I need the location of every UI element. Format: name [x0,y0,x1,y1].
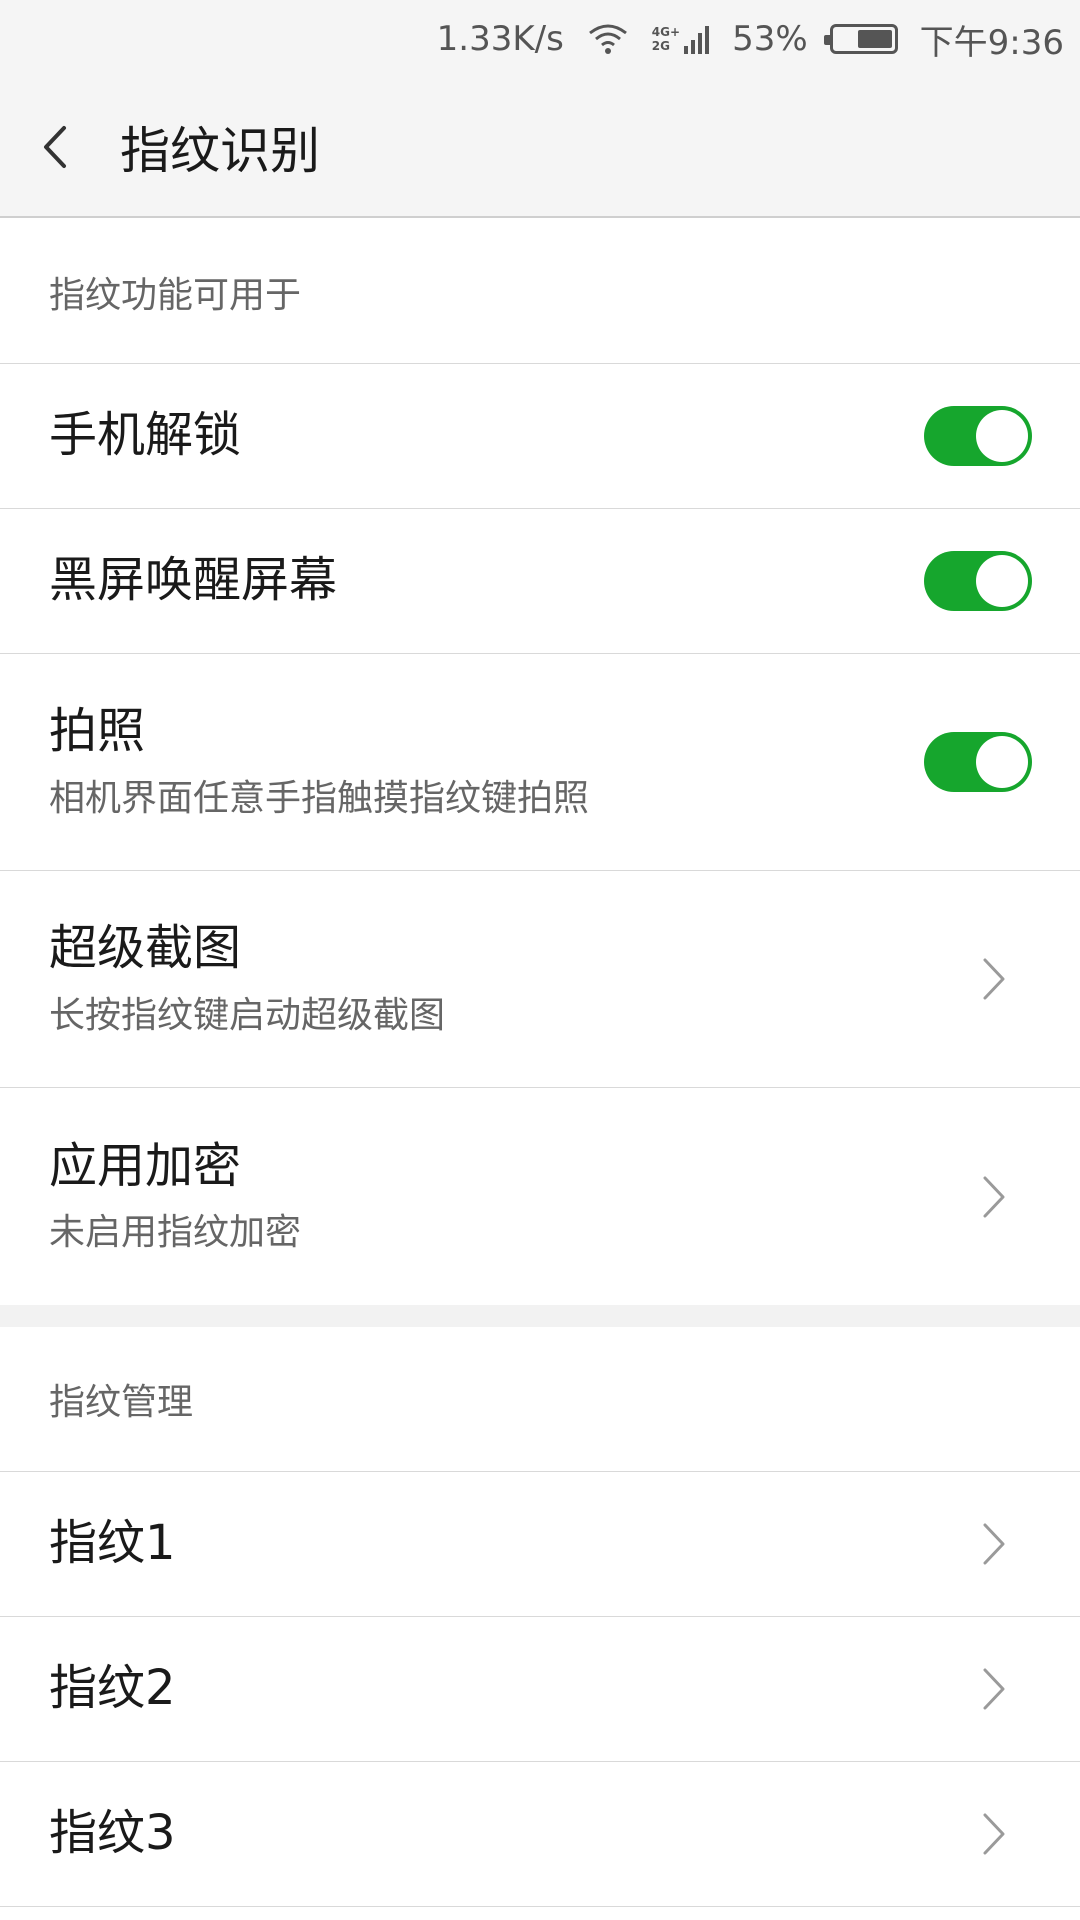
chevron-right-icon [983,1523,1005,1565]
wake-screen-toggle[interactable] [924,551,1032,611]
row-subtitle: 长按指纹键启动超级截图 [49,994,446,1036]
row-fingerprint-1[interactable]: 指纹1 [0,1472,1080,1617]
row-subtitle: 相机界面任意手指触摸指纹键拍照 [49,777,590,819]
row-camera-shutter[interactable]: 拍照 相机界面任意手指触摸指纹键拍照 [0,654,1080,871]
chevron-right-icon [983,1668,1005,1710]
section-divider [0,1305,1080,1327]
network-type-top: 4G+ [651,25,681,39]
row-wake-screen[interactable]: 黑屏唤醒屏幕 [0,509,1080,654]
chevron-right-icon [983,1176,1005,1217]
row-title: 指纹1 [49,1515,176,1572]
chevron-right-icon [983,958,1005,1000]
chevron-right-icon [983,1813,1005,1855]
row-phone-unlock[interactable]: 手机解锁 [0,364,1080,509]
row-title: 超级截图 [49,920,242,977]
row-fingerprint-2[interactable]: 指纹2 [0,1617,1080,1762]
row-super-screenshot[interactable]: 超级截图 长按指纹键启动超级截图 [0,871,1080,1088]
app-header: 指纹识别 [0,78,1080,218]
page-title: 指纹识别 [120,122,320,180]
row-title: 指纹3 [49,1805,176,1862]
chevron-left-icon [44,126,66,168]
row-title: 应用加密 [49,1137,242,1194]
status-bar: 1.33K/s 4G+ 2G 53% 下午9:36 [0,0,1080,78]
row-title: 拍照 [49,703,146,760]
row-title: 黑屏唤醒屏幕 [49,552,338,609]
row-fingerprint-3[interactable]: 指纹3 [0,1762,1080,1907]
battery-percent: 53% [732,19,808,59]
clock: 下午9:36 [919,22,1064,63]
section-label: 指纹功能可用于 [49,274,302,316]
row-app-lock[interactable]: 应用加密 未启用指纹加密 [0,1088,1080,1305]
row-title: 指纹2 [49,1660,176,1717]
section-label: 指纹管理 [49,1382,194,1423]
battery-icon [823,24,898,54]
network-type-bottom: 2G [651,39,670,53]
wifi-icon [586,21,630,57]
network-speed: 1.33K/s [436,19,564,59]
section-header-management: 指纹管理 [0,1327,1080,1472]
row-title: 手机解锁 [49,407,242,464]
cellular-signal-icon: 4G+ 2G [652,24,710,54]
row-subtitle: 未启用指纹加密 [49,1212,302,1254]
phone-unlock-toggle[interactable] [924,406,1032,466]
section-header-features: 指纹功能可用于 [0,220,1080,364]
back-button[interactable] [40,97,120,197]
camera-shutter-toggle[interactable] [924,732,1032,792]
